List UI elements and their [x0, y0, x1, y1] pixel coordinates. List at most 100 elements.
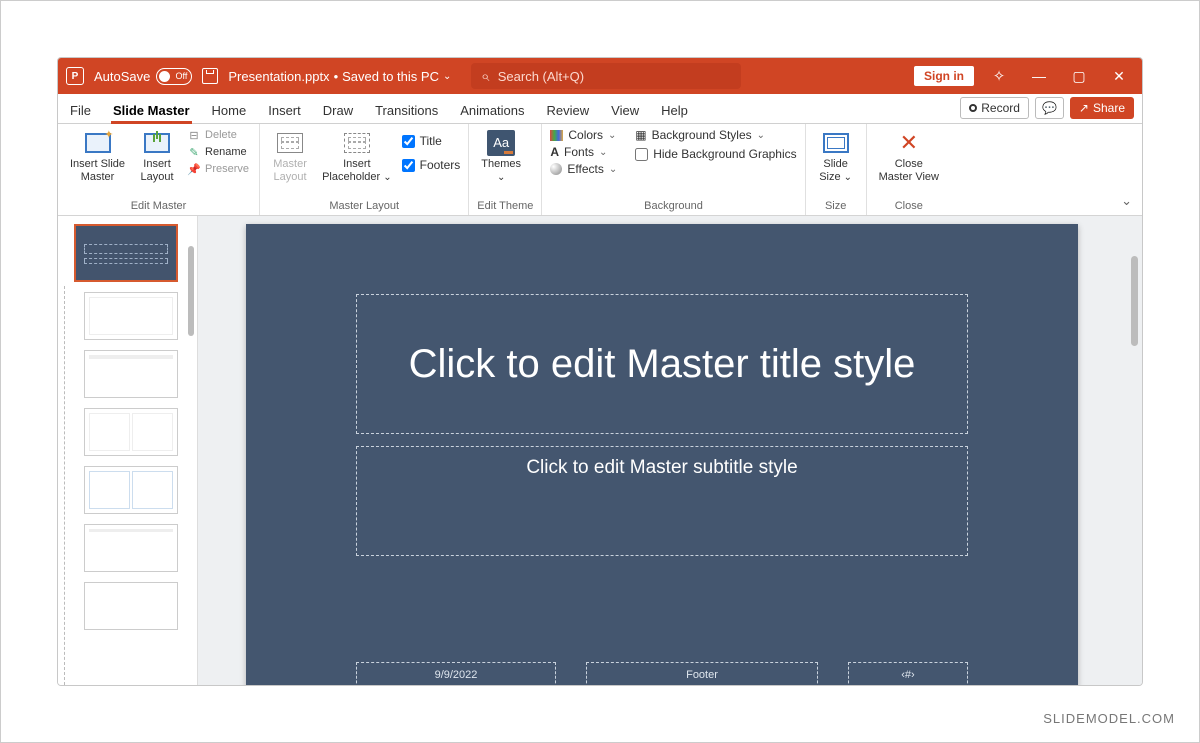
thumb-layout-4[interactable]: [84, 466, 178, 514]
group-edit-theme: Aa Themes⌄ Edit Theme: [469, 124, 542, 215]
collapse-ribbon-button[interactable]: ⌄: [1121, 193, 1132, 209]
layout-checkboxes: Title Footers: [402, 128, 461, 174]
background-styles-button[interactable]: ▦Background Styles: [635, 128, 796, 142]
chevron-down-icon: ⌄: [443, 71, 451, 82]
group-label-size: Size: [814, 199, 858, 213]
search-placeholder: Search (Alt+Q): [498, 69, 584, 84]
search-box[interactable]: Search (Alt+Q): [471, 63, 741, 89]
thumb-layout-3[interactable]: [84, 408, 178, 456]
effects-button[interactable]: Effects: [550, 162, 617, 176]
insert-layout-button[interactable]: Insert Layout: [135, 128, 179, 185]
preserve-button: 📌Preserve: [185, 162, 251, 176]
title-checkbox-input[interactable]: [402, 135, 415, 148]
group-label-edit-theme: Edit Theme: [477, 199, 533, 213]
footers-checkbox-input[interactable]: [402, 159, 415, 172]
fonts-button[interactable]: AFonts: [550, 145, 617, 159]
thumb-layout-5[interactable]: [84, 524, 178, 572]
themes-label: Themes⌄: [481, 158, 521, 183]
title-checkbox[interactable]: Title: [402, 132, 461, 150]
thumb-scrollbar[interactable]: [188, 246, 194, 336]
close-icon: ✕: [895, 130, 923, 156]
rename-icon: ✎: [187, 146, 201, 158]
date-placeholder[interactable]: 9/9/2022: [356, 662, 556, 685]
tab-animations[interactable]: Animations: [458, 97, 526, 123]
close-window-button[interactable]: ✕: [1104, 68, 1134, 85]
autosave-label: AutoSave: [94, 69, 150, 84]
close-master-view-button[interactable]: ✕ Close Master View: [875, 128, 943, 185]
tab-view[interactable]: View: [609, 97, 641, 123]
colors-button[interactable]: Colors: [550, 128, 617, 142]
thumb-line: [84, 258, 168, 264]
themes-icon: Aa: [487, 130, 515, 156]
insert-slide-master-label: Insert Slide Master: [70, 158, 125, 183]
tab-review[interactable]: Review: [545, 97, 592, 123]
tab-draw[interactable]: Draw: [321, 97, 355, 123]
slide-size-button[interactable]: Slide Size ⌄: [814, 128, 858, 185]
ribbon-tabs: File Slide Master Home Insert Draw Trans…: [58, 94, 1142, 124]
colors-icon: [550, 130, 563, 141]
insert-slide-master-button[interactable]: Insert Slide Master: [66, 128, 129, 185]
group-edit-master: Insert Slide Master Insert Layout ⊟Delet…: [58, 124, 260, 215]
slide-master-canvas[interactable]: Click to edit Master title style Click t…: [246, 224, 1078, 685]
group-size: Slide Size ⌄ Size: [806, 124, 867, 215]
rename-button[interactable]: ✎Rename: [185, 145, 251, 159]
share-button[interactable]: ↗Share: [1070, 97, 1134, 119]
slide-canvas-area[interactable]: Click to edit Master title style Click t…: [198, 216, 1142, 685]
record-icon: [969, 104, 977, 112]
minimize-button[interactable]: —: [1024, 68, 1054, 84]
hide-bg-label: Hide Background Graphics: [653, 147, 796, 161]
toggle-knob: [159, 71, 170, 82]
thumb-master[interactable]: [74, 224, 178, 282]
hide-bg-checkbox[interactable]: Hide Background Graphics: [635, 145, 796, 163]
title-placeholder[interactable]: Click to edit Master title style: [356, 294, 968, 434]
effects-icon: [550, 163, 562, 175]
comments-button[interactable]: 💬: [1035, 97, 1064, 119]
insert-layout-icon: [144, 133, 170, 153]
maximize-button[interactable]: ▢: [1064, 68, 1094, 85]
tabs-right-controls: Record 💬 ↗Share: [960, 97, 1134, 119]
tab-slide-master[interactable]: Slide Master: [111, 97, 192, 123]
watermark: SLIDEMODEL.COM: [1043, 711, 1175, 726]
insert-placeholder-label: Insert Placeholder ⌄: [322, 158, 392, 183]
fonts-label: Fonts: [564, 145, 594, 159]
thumbnail-panel[interactable]: [58, 216, 198, 685]
coming-soon-icon[interactable]: ✧: [984, 67, 1014, 85]
footers-checkbox[interactable]: Footers: [402, 156, 461, 174]
tab-home[interactable]: Home: [210, 97, 249, 123]
page-frame: P AutoSave Off Presentation.pptx • Saved…: [0, 0, 1200, 743]
bg-styles-label: Background Styles: [652, 128, 752, 142]
tab-help[interactable]: Help: [659, 97, 690, 123]
hide-bg-checkbox-input[interactable]: [635, 148, 648, 161]
title-bar: P AutoSave Off Presentation.pptx • Saved…: [58, 58, 1142, 94]
themes-button[interactable]: Aa Themes⌄: [477, 128, 525, 185]
tab-transitions[interactable]: Transitions: [373, 97, 440, 123]
master-layout-label: Master Layout: [273, 158, 307, 183]
autosave-toggle[interactable]: Off: [156, 68, 192, 85]
thumb-layout-6[interactable]: [84, 582, 178, 630]
autosave-control[interactable]: AutoSave Off: [94, 68, 192, 85]
thumb-layout-1[interactable]: [84, 292, 178, 340]
delete-icon: ⊟: [187, 129, 201, 141]
group-label-edit-master: Edit Master: [66, 199, 251, 213]
share-label: Share: [1093, 101, 1125, 115]
master-layout-button: Master Layout: [268, 128, 312, 185]
workspace: Click to edit Master title style Click t…: [58, 216, 1142, 685]
insert-placeholder-button[interactable]: Insert Placeholder ⌄: [318, 128, 396, 185]
canvas-scrollbar[interactable]: [1131, 256, 1138, 346]
tab-file[interactable]: File: [68, 97, 93, 123]
group-close: ✕ Close Master View Close: [867, 124, 951, 215]
tab-insert[interactable]: Insert: [266, 97, 303, 123]
thumb-layout-2[interactable]: [84, 350, 178, 398]
signin-button[interactable]: Sign in: [914, 66, 974, 86]
record-button[interactable]: Record: [960, 97, 1029, 119]
subtitle-placeholder[interactable]: Click to edit Master subtitle style: [356, 446, 968, 556]
footer-placeholder[interactable]: Footer: [586, 662, 818, 685]
autosave-state: Off: [176, 71, 188, 81]
slide-number-placeholder[interactable]: ‹#›: [848, 662, 968, 685]
title-checkbox-label: Title: [420, 134, 442, 148]
preserve-icon: 📌: [187, 163, 201, 175]
save-icon[interactable]: [202, 68, 218, 84]
title-separator: •: [334, 69, 339, 84]
document-title[interactable]: Presentation.pptx • Saved to this PC ⌄: [228, 69, 451, 84]
background-left-column: Colors AFonts Effects: [550, 128, 617, 176]
